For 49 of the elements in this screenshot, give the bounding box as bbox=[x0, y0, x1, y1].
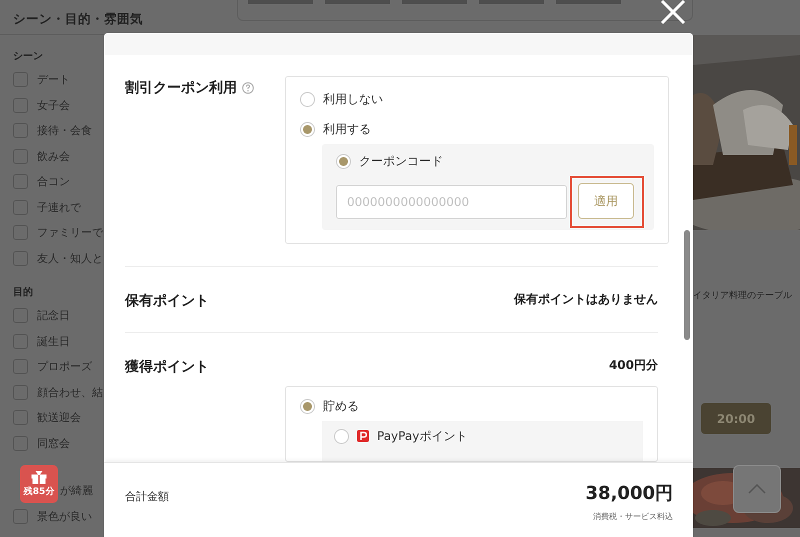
filter-label: 記念日 bbox=[37, 308, 70, 324]
section-label: 保有ポイント bbox=[125, 292, 209, 310]
radio-button[interactable] bbox=[300, 122, 315, 136]
total-label: 合計金額 bbox=[125, 489, 169, 505]
radio-button[interactable] bbox=[300, 92, 315, 106]
gift-icon bbox=[31, 470, 47, 484]
filter-label: が綺麗 bbox=[60, 483, 93, 498]
filter-label: 友人・知人と bbox=[37, 250, 103, 266]
filter-label: ファミリーで bbox=[37, 225, 103, 240]
timer-badge[interactable]: 残85分 bbox=[20, 465, 58, 503]
radio-button[interactable] bbox=[334, 428, 349, 444]
filter-label: 飲み会 bbox=[37, 148, 70, 164]
section-label: 割引クーポン利用 bbox=[125, 79, 237, 97]
option-label: クーポンコード bbox=[359, 152, 443, 170]
points-value: 400円分 bbox=[608, 357, 658, 374]
timer-text: 残85分 bbox=[24, 485, 54, 498]
option-label: PayPayポイント bbox=[377, 428, 468, 444]
close-icon[interactable] bbox=[660, 0, 686, 24]
filter-label: 歓送迎会 bbox=[37, 410, 81, 426]
section-label: 獲得ポイント bbox=[125, 358, 209, 376]
p-logo-icon bbox=[357, 430, 369, 442]
chevron-up-icon bbox=[748, 484, 766, 494]
apply-button[interactable]: 適用 bbox=[578, 183, 634, 219]
help-icon[interactable] bbox=[242, 82, 254, 94]
option-label: 貯める bbox=[323, 398, 359, 414]
description-text: イタリア料理のテーブル bbox=[693, 290, 793, 302]
option-label: 利用する bbox=[323, 120, 371, 138]
option-label: 利用しない bbox=[323, 90, 383, 108]
filter-label: 接待・会食 bbox=[37, 123, 92, 138]
coupon-code-field[interactable]: 0000000000000000 bbox=[336, 185, 567, 219]
filter-label: 誕生日 bbox=[37, 334, 70, 349]
time-slot-button[interactable]: 20:00 bbox=[701, 403, 771, 434]
filter-label: 顔合わせ、結 bbox=[37, 384, 103, 400]
filter-label: デート bbox=[37, 72, 70, 88]
filter-label: 合コン bbox=[37, 174, 70, 190]
points-value: 保有ポイントはありません bbox=[514, 291, 658, 308]
filter-label: プロポーズ bbox=[37, 359, 92, 374]
filter-heading: 目的 bbox=[13, 286, 34, 299]
filter-label: 同窓会 bbox=[37, 436, 70, 451]
filter-label: 女子会 bbox=[37, 98, 70, 113]
scroll-top-button[interactable] bbox=[733, 465, 781, 513]
scrollbar-thumb[interactable] bbox=[684, 230, 690, 340]
radio-button[interactable] bbox=[300, 398, 315, 414]
total-amount: 38,000円 bbox=[586, 482, 673, 505]
tax-note: 消費税・サービス料込 bbox=[593, 511, 673, 522]
filter-label: 子連れで bbox=[37, 200, 81, 215]
radio-button[interactable] bbox=[336, 154, 351, 168]
filter-heading: シーン bbox=[13, 50, 44, 63]
filter-label: 景色が良い bbox=[37, 508, 92, 524]
